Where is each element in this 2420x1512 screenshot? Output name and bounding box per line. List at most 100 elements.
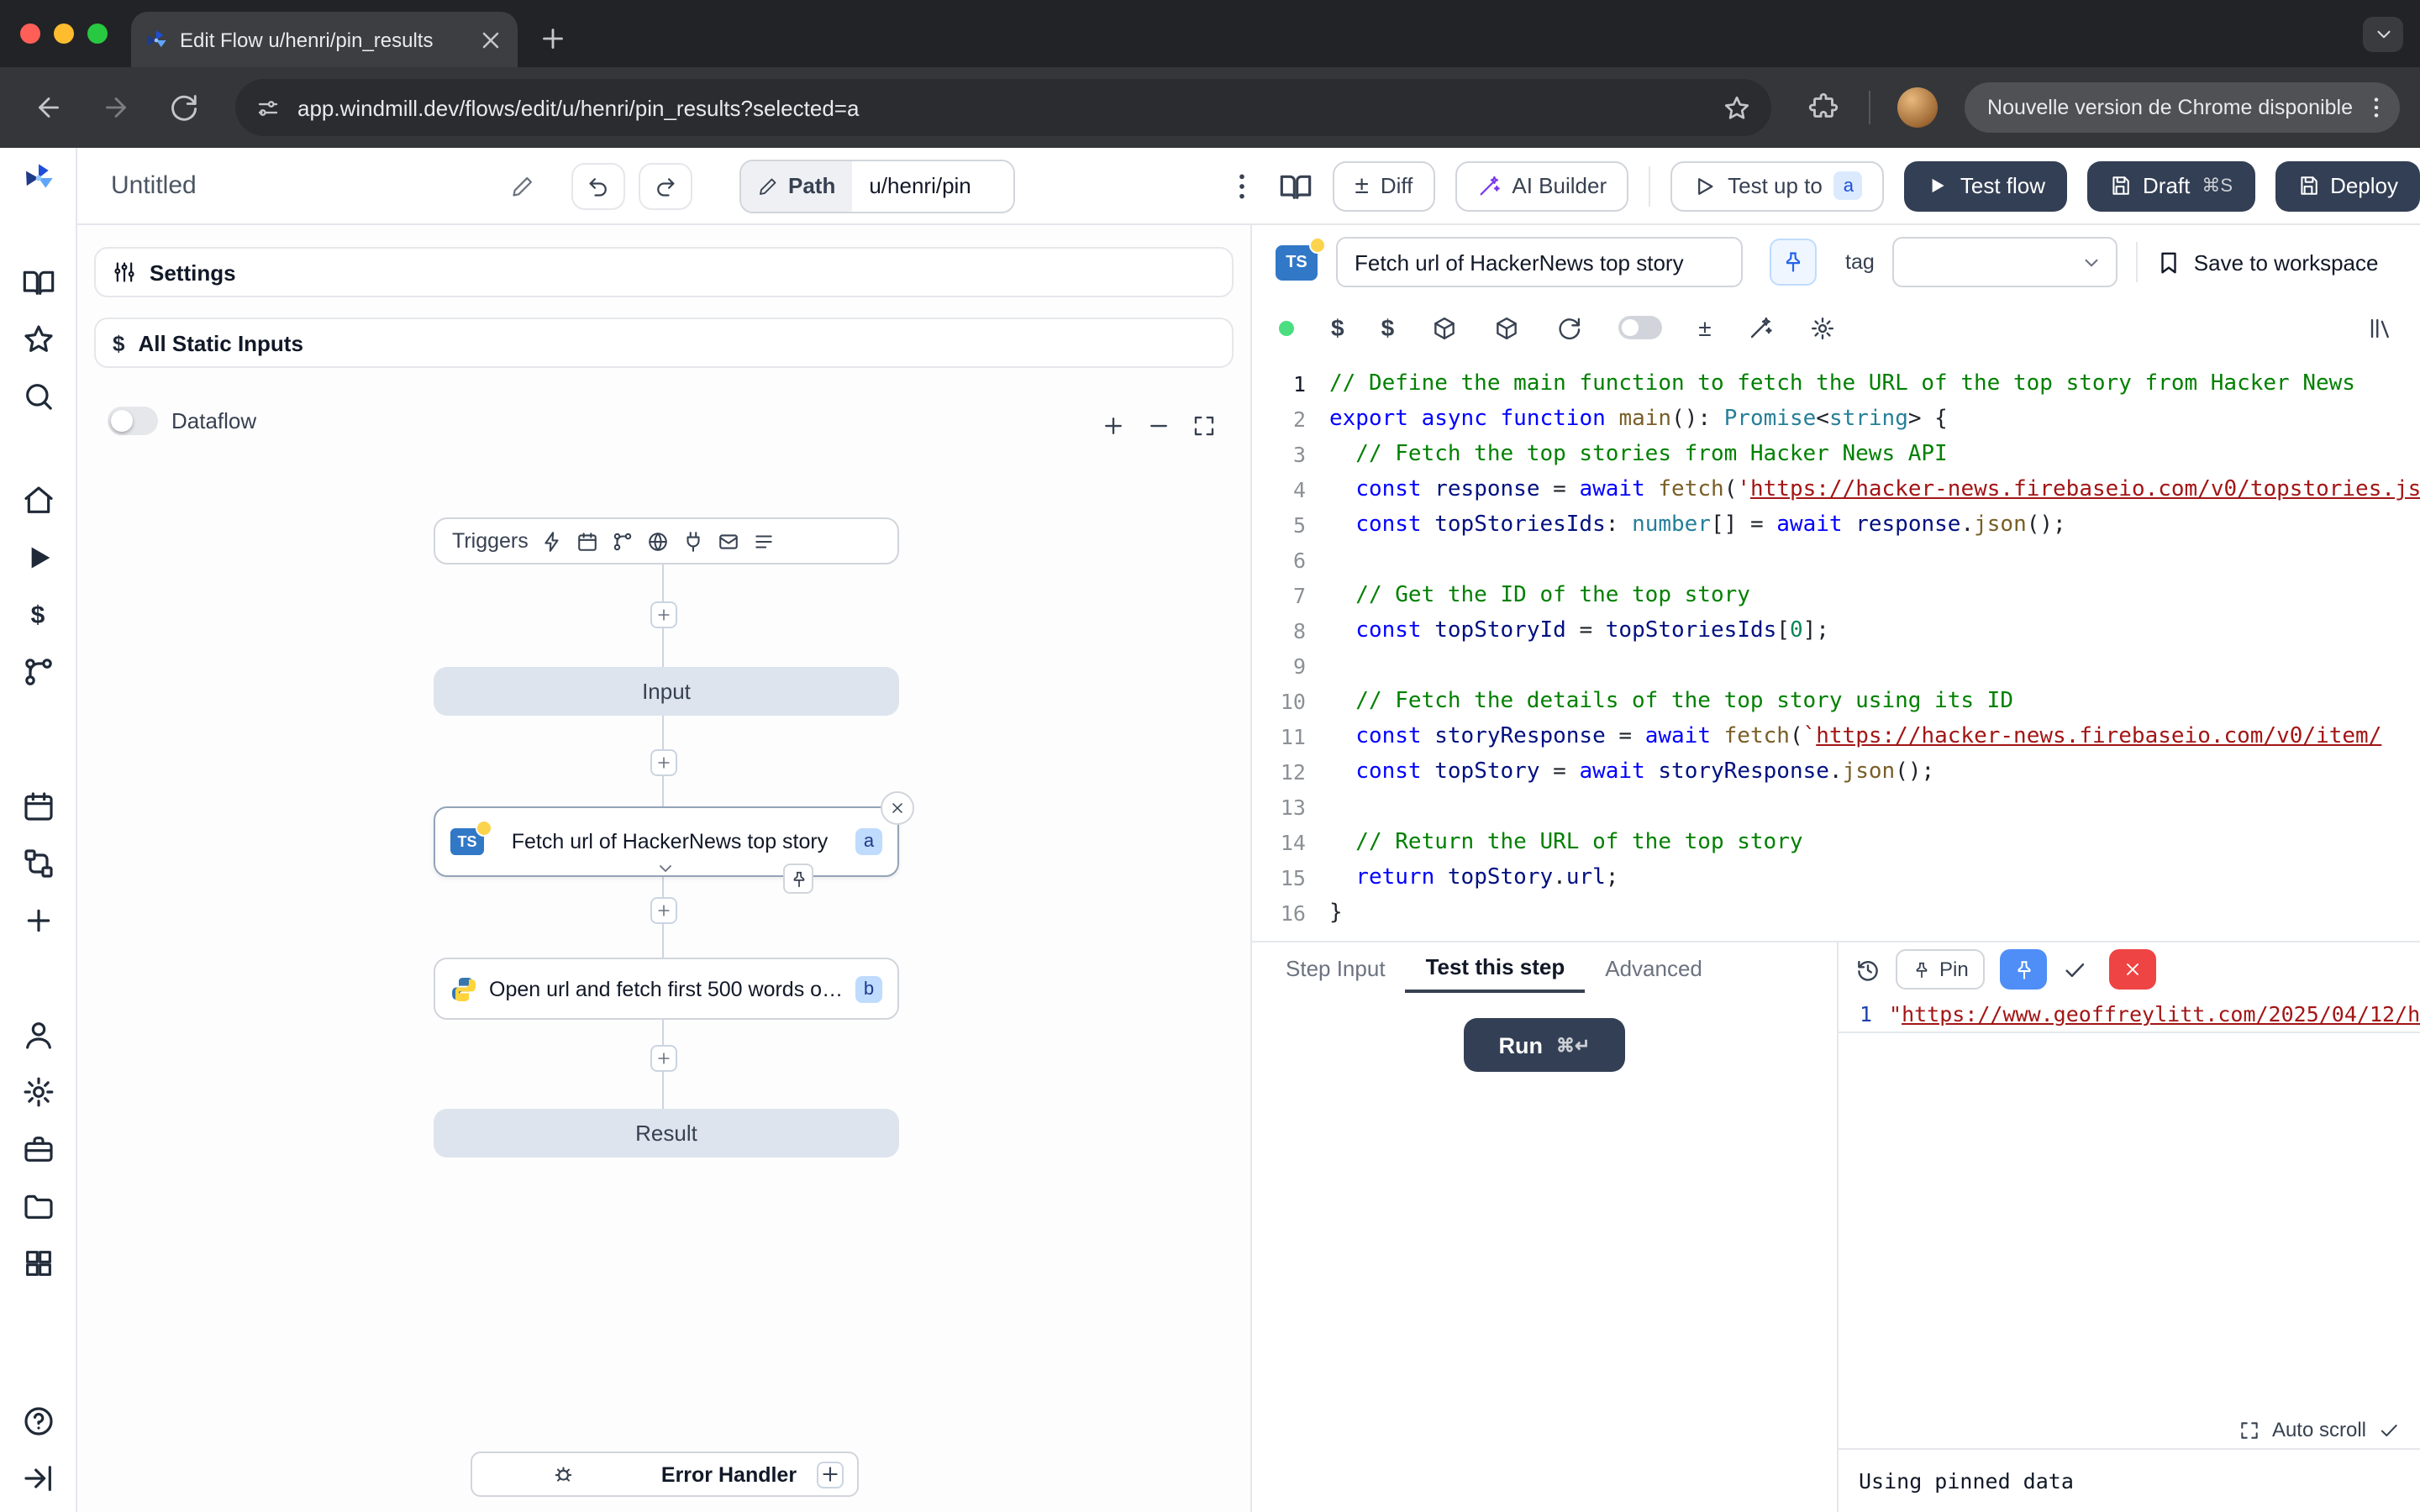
- input-node[interactable]: Input: [434, 667, 899, 716]
- path-input[interactable]: [852, 160, 1013, 211]
- step-pin-chip[interactable]: [783, 864, 813, 894]
- docs-icon[interactable]: [1279, 169, 1313, 202]
- pin-toggle-button[interactable]: [1770, 239, 1817, 286]
- save-to-workspace-button[interactable]: Save to workspace: [2157, 249, 2379, 275]
- test-up-to-button[interactable]: Test up to a: [1670, 160, 1885, 211]
- result-node[interactable]: Result: [434, 1109, 899, 1158]
- auto-scroll-checkbox[interactable]: [2378, 1419, 2400, 1441]
- site-info-icon[interactable]: [255, 95, 281, 120]
- test-up-to-badge[interactable]: a: [1834, 171, 1863, 200]
- book-open-icon[interactable]: [21, 265, 55, 299]
- folder-icon[interactable]: [21, 1189, 55, 1223]
- code-editor[interactable]: 1// Define the main function to fetch th…: [1252, 356, 2420, 941]
- zoom-in-button[interactable]: [1101, 413, 1126, 438]
- mail-icon[interactable]: [718, 530, 740, 552]
- redo-button[interactable]: [639, 162, 692, 209]
- windmill-logo[interactable]: [21, 161, 55, 195]
- variables-icon[interactable]: $: [1331, 314, 1344, 341]
- pin-active-button[interactable]: [2001, 949, 2048, 990]
- home-icon[interactable]: [21, 484, 55, 517]
- new-tab-button[interactable]: [538, 24, 568, 54]
- back-button[interactable]: [34, 92, 64, 123]
- help-icon[interactable]: [21, 1404, 55, 1438]
- run-button[interactable]: Run ⌘↵: [1464, 1018, 1625, 1072]
- expand-icon[interactable]: [2238, 1419, 2260, 1441]
- diff-button[interactable]: ± Diff: [1333, 160, 1434, 211]
- editor-toggle[interactable]: [1618, 316, 1661, 339]
- ai-assist-icon[interactable]: [1749, 315, 1774, 340]
- tab-close-icon[interactable]: [477, 26, 504, 53]
- static-inputs-row[interactable]: $ All Static Inputs: [94, 318, 1234, 368]
- logout-icon[interactable]: [21, 1462, 55, 1495]
- forward-button[interactable]: [101, 92, 131, 123]
- add-step-button[interactable]: [650, 601, 677, 628]
- confirm-icon[interactable]: [2063, 957, 2088, 982]
- bookmark-star-icon[interactable]: [1722, 93, 1750, 122]
- step-node-b[interactable]: Open url and fetch first 500 words of ..…: [434, 958, 899, 1020]
- user-icon[interactable]: [21, 1018, 55, 1052]
- add-step-button[interactable]: [650, 1045, 677, 1072]
- reload-button[interactable]: [168, 92, 198, 123]
- url-bar[interactable]: app.windmill.dev/flows/edit/u/henri/pin_…: [235, 79, 1770, 136]
- triggers-node[interactable]: Triggers: [434, 517, 899, 564]
- profile-avatar[interactable]: [1897, 87, 1937, 128]
- flow-icon[interactable]: [21, 847, 55, 880]
- grid-icon[interactable]: [21, 1247, 55, 1280]
- minimize-window-button[interactable]: [54, 24, 74, 44]
- pin-button[interactable]: Pin: [1896, 949, 1986, 990]
- editor-settings-icon[interactable]: [1811, 315, 1836, 340]
- settings-row[interactable]: Settings: [94, 247, 1234, 297]
- chevron-down-icon[interactable]: [655, 858, 676, 879]
- unpin-button[interactable]: [2110, 949, 2157, 990]
- fit-view-button[interactable]: [1192, 413, 1217, 438]
- tab-test-this-step[interactable]: Test this step: [1406, 942, 1586, 993]
- undo-button[interactable]: [571, 162, 625, 209]
- deploy-button[interactable]: Deploy: [2275, 160, 2420, 211]
- globe-icon[interactable]: [648, 530, 670, 552]
- search-icon[interactable]: [21, 380, 55, 413]
- tab-advanced[interactable]: Advanced: [1585, 942, 1723, 993]
- calendar-icon[interactable]: [21, 790, 55, 823]
- maximize-window-button[interactable]: [87, 24, 108, 44]
- package-icon[interactable]: [1431, 315, 1456, 340]
- star-icon[interactable]: [21, 323, 55, 356]
- tab-list-button[interactable]: [2363, 17, 2403, 52]
- draft-button[interactable]: Draft ⌘S: [2087, 160, 2254, 211]
- add-step-button[interactable]: [650, 749, 677, 776]
- more-options-icon[interactable]: [1225, 169, 1259, 202]
- tab-step-input[interactable]: Step Input: [1265, 942, 1406, 993]
- gear-icon[interactable]: [21, 1075, 55, 1109]
- toolbox-icon[interactable]: [21, 1132, 55, 1166]
- edit-title-icon[interactable]: [511, 174, 534, 197]
- ai-builder-button[interactable]: AI Builder: [1455, 160, 1628, 211]
- library-icon[interactable]: [2368, 315, 2393, 340]
- plug-icon[interactable]: [683, 530, 705, 552]
- step-node-a[interactable]: TS Fetch url of HackerNews top story a: [434, 806, 899, 877]
- queue-icon[interactable]: [754, 530, 776, 552]
- error-handler-node[interactable]: Error Handler: [471, 1452, 859, 1497]
- package-icon[interactable]: [1493, 315, 1518, 340]
- reset-icon[interactable]: [1555, 315, 1581, 340]
- history-icon[interactable]: [1855, 957, 1881, 982]
- play-icon[interactable]: [21, 541, 55, 575]
- flow-title[interactable]: Untitled: [111, 171, 197, 200]
- add-error-handler-button[interactable]: [817, 1461, 844, 1488]
- extensions-icon[interactable]: [1807, 92, 1838, 123]
- tag-select[interactable]: [1893, 237, 2118, 287]
- route-icon[interactable]: [21, 655, 55, 689]
- step-name-input[interactable]: [1336, 237, 1743, 287]
- chrome-menu-icon[interactable]: [2363, 94, 2390, 121]
- delete-step-button[interactable]: [881, 791, 914, 825]
- dataflow-toggle[interactable]: [108, 407, 158, 435]
- close-window-button[interactable]: [20, 24, 40, 44]
- plus-icon[interactable]: [21, 904, 55, 937]
- diff-icon[interactable]: ±: [1698, 314, 1711, 341]
- dollar-icon[interactable]: $: [21, 598, 55, 632]
- resources-icon[interactable]: $: [1381, 314, 1395, 341]
- bolt-icon[interactable]: [542, 530, 564, 552]
- pinned-data-editor[interactable]: 1"https://www.geoffreylitt.com/2025/04/1…: [1839, 996, 2420, 1411]
- add-step-button[interactable]: [650, 897, 677, 924]
- test-flow-button[interactable]: Test flow: [1905, 160, 2067, 211]
- calendar-icon[interactable]: [577, 530, 599, 552]
- browser-tab[interactable]: Edit Flow u/henri/pin_results: [131, 12, 518, 67]
